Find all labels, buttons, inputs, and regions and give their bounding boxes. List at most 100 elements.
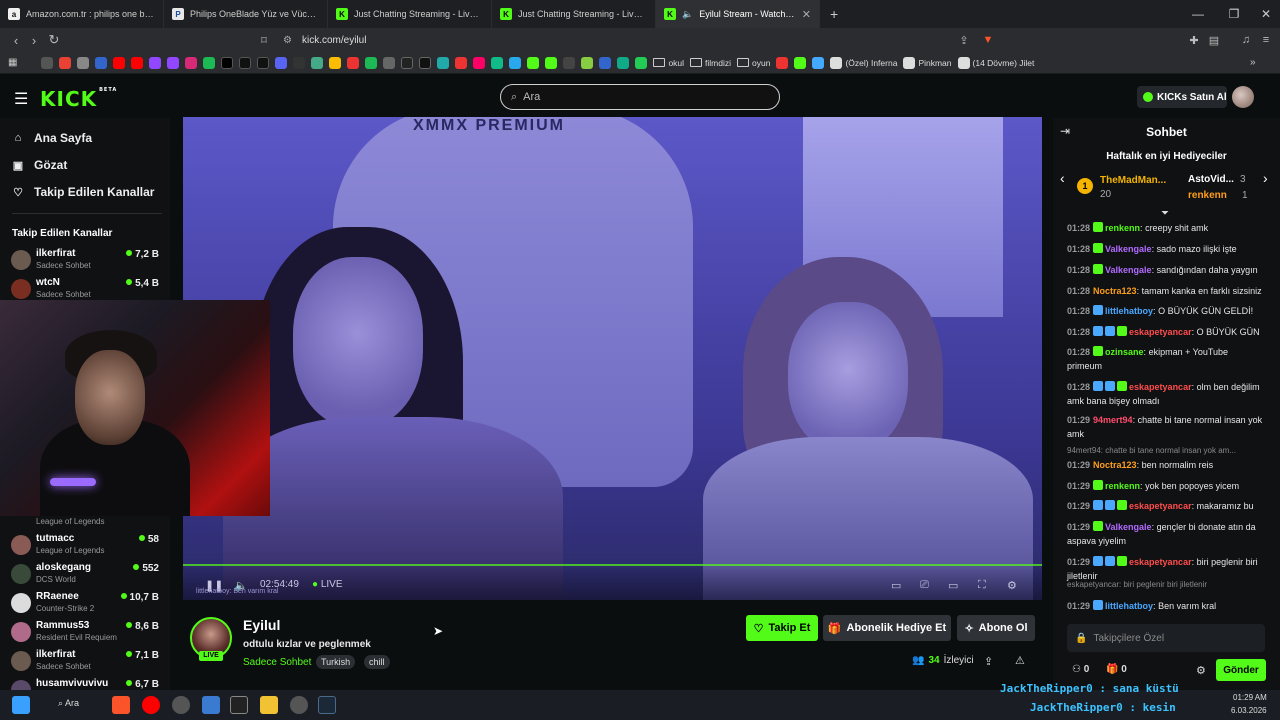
- bookmark-icon[interactable]: [77, 56, 90, 69]
- gift-sub-button[interactable]: 🎁 Abonelik Hediye Et: [823, 615, 951, 641]
- sidebar-icon[interactable]: ▤: [1204, 30, 1224, 50]
- youtube-icon[interactable]: [142, 696, 160, 714]
- kick-icon[interactable]: [545, 56, 558, 69]
- message-username[interactable]: eskapetyancar: [1129, 501, 1192, 511]
- tiktok-icon[interactable]: [239, 56, 252, 69]
- bookmark-link[interactable]: (14 Dövme) Jilet: [957, 56, 1034, 69]
- new-tab-icon[interactable]: +: [830, 6, 838, 22]
- gifter-name[interactable]: AstoVid...: [1188, 174, 1234, 185]
- bookmark-icon[interactable]: ⌑: [254, 30, 274, 50]
- bookmark-link[interactable]: (Özel) Inferna: [830, 56, 897, 69]
- chevron-left-icon[interactable]: ‹: [1060, 170, 1065, 186]
- apps-icon[interactable]: ▦: [8, 57, 17, 68]
- buy-kicks-button[interactable]: KICKs Satın Al: [1137, 86, 1227, 108]
- kick-logo[interactable]: KICK BETA: [40, 87, 117, 111]
- reload-icon[interactable]: ↻: [44, 30, 64, 50]
- message-username[interactable]: Valkengale: [1105, 244, 1152, 254]
- message-username[interactable]: renkenn: [1105, 481, 1140, 491]
- bookmark-icon[interactable]: [95, 56, 108, 69]
- youtube-icon[interactable]: [113, 56, 126, 69]
- streamer-name[interactable]: Eyilul: [243, 617, 280, 633]
- file-explorer-icon[interactable]: [260, 696, 278, 714]
- address-bar[interactable]: ⚙ kick.com/eyilul: [283, 31, 1003, 49]
- maximize-icon[interactable]: ❐: [1216, 0, 1252, 28]
- followed-channel[interactable]: Rammus53 Resident Evil Requiem 8,6 B: [11, 620, 161, 646]
- miniplayer-icon[interactable]: ▭: [891, 579, 901, 592]
- taskbar-search[interactable]: ⌕ Ara: [58, 698, 79, 709]
- gifter-name[interactable]: renkenn: [1188, 190, 1227, 201]
- app-icon[interactable]: [290, 696, 308, 714]
- discord-icon[interactable]: [275, 56, 288, 69]
- bookmark-icon[interactable]: [311, 56, 324, 69]
- message-username[interactable]: Noctra123: [1093, 460, 1137, 470]
- bookmark-icon[interactable]: [293, 56, 306, 69]
- twitch-icon[interactable]: [167, 56, 180, 69]
- followed-channel[interactable]: ilkerfirat Sadece Sohbet 7,2 B: [11, 248, 161, 274]
- message-username[interactable]: littlehatboy: [1105, 601, 1153, 611]
- message-username[interactable]: renkenn: [1105, 223, 1140, 233]
- bookmark-icon[interactable]: [617, 56, 630, 69]
- bookmark-folder[interactable]: filmdizi: [690, 58, 731, 68]
- browser-tab[interactable]: a Amazon.com.tr : philips one blade: [0, 0, 164, 28]
- github-icon[interactable]: [401, 56, 414, 69]
- followed-channel[interactable]: tutmacc League of Legends 58: [11, 533, 161, 559]
- bookmark-icon[interactable]: [383, 56, 396, 69]
- instagram-icon[interactable]: [185, 56, 198, 69]
- message-username[interactable]: 94mert94: [1093, 415, 1133, 425]
- kick-icon[interactable]: [794, 56, 807, 69]
- chat-settings-icon[interactable]: ⚙: [1196, 664, 1206, 677]
- twitch-icon[interactable]: [149, 56, 162, 69]
- followed-channel[interactable]: husamvivuvivu 6,7 B: [11, 678, 161, 690]
- sidebar-item-home[interactable]: ⌂ Ana Sayfa: [12, 131, 92, 145]
- bookmark-icon[interactable]: [347, 56, 360, 69]
- subscribe-button[interactable]: ✧ Abone Ol: [957, 615, 1035, 641]
- youtube-icon[interactable]: [131, 56, 144, 69]
- message-username[interactable]: littlehatboy: [1105, 306, 1153, 316]
- search-input[interactable]: ⌕ Ara: [500, 84, 780, 110]
- clip-icon[interactable]: ⎚: [920, 579, 929, 592]
- steam-icon[interactable]: [318, 696, 336, 714]
- browser-tab[interactable]: K Just Chatting Streaming - Live Stream: [492, 0, 656, 28]
- sidebar-item-following[interactable]: ♡ Takip Edilen Kanallar: [12, 185, 154, 199]
- windows-start-icon[interactable]: [12, 696, 30, 714]
- menu-icon[interactable]: ≡: [1256, 30, 1276, 50]
- brave-icon[interactable]: [112, 696, 130, 714]
- hamburger-menu-icon[interactable]: ☰: [14, 89, 28, 109]
- bookmark-icon[interactable]: [455, 56, 468, 69]
- bookmark-folder[interactable]: okul: [653, 58, 684, 68]
- stream-category[interactable]: Sadece Sohbet: [243, 657, 311, 668]
- settings-icon[interactable]: ⚙: [1007, 579, 1017, 592]
- reply-preview[interactable]: eskapetyancar: biri peglenir biri jiletl…: [1067, 580, 1263, 589]
- video-player[interactable]: XMMX PREMIUM: [183, 117, 1042, 600]
- close-tab-icon[interactable]: ✕: [802, 8, 811, 21]
- kick-icon[interactable]: [527, 56, 540, 69]
- bookmark-icon[interactable]: [599, 56, 612, 69]
- theater-icon[interactable]: ▭: [948, 579, 958, 592]
- share-icon[interactable]: ⇪: [954, 30, 974, 50]
- bookmark-icon[interactable]: [812, 56, 825, 69]
- tag-chill[interactable]: chill: [364, 655, 390, 669]
- top-gifter-name[interactable]: TheMadMan...: [1100, 175, 1166, 186]
- sidebar-item-browse[interactable]: ▣ Gözat: [12, 158, 68, 172]
- chat-input[interactable]: 🔒 Takipçilere Özel: [1067, 624, 1265, 652]
- message-username[interactable]: Noctra123: [1093, 286, 1137, 296]
- message-username[interactable]: Valkengale: [1105, 522, 1152, 532]
- browser-tab[interactable]: P Philips OneBlade Yüz ve Vücut için H: [164, 0, 328, 28]
- bookmark-icon[interactable]: [581, 56, 594, 69]
- extensions-icon[interactable]: ✚: [1184, 30, 1204, 50]
- more-bookmarks-icon[interactable]: »: [1250, 57, 1256, 68]
- bookmark-icon[interactable]: [419, 56, 432, 69]
- message-username[interactable]: eskapetyancar: [1129, 382, 1192, 392]
- gift-icon[interactable]: 🎁 0: [1106, 664, 1127, 675]
- app-icon[interactable]: [230, 696, 248, 714]
- bookmark-icon[interactable]: [563, 56, 576, 69]
- audio-icon[interactable]: 🔈: [682, 9, 693, 20]
- followed-channel[interactable]: aloskegang DCS World 552: [11, 562, 161, 588]
- bookmark-icon[interactable]: [473, 56, 486, 69]
- app-icon[interactable]: [202, 696, 220, 714]
- drive-icon[interactable]: [329, 56, 342, 69]
- browser-tab[interactable]: K Just Chatting Streaming - Live Stream: [328, 0, 492, 28]
- telegram-icon[interactable]: [509, 56, 522, 69]
- share-icon[interactable]: ⇪: [984, 655, 993, 668]
- message-username[interactable]: eskapetyancar: [1129, 557, 1192, 567]
